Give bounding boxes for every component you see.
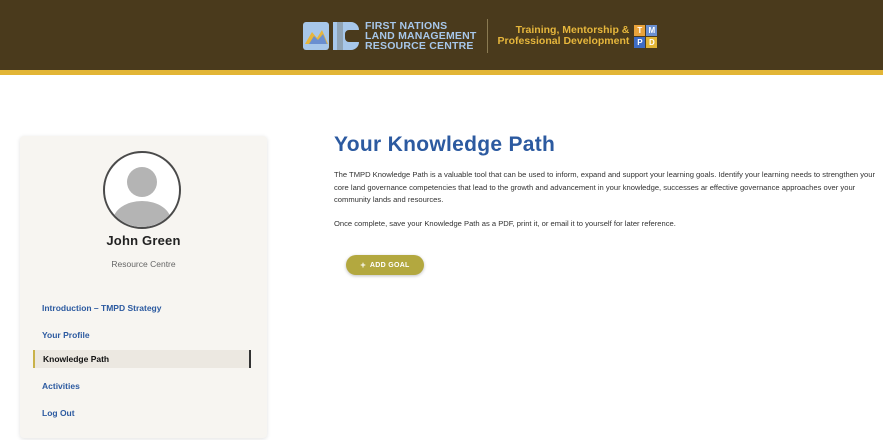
avatar-body — [113, 201, 171, 227]
sidebar-item-your-profile[interactable]: Your Profile — [42, 330, 90, 340]
save-instructions: Once complete, save your Knowledge Path … — [334, 219, 676, 228]
header-stripe — [0, 70, 883, 75]
sidebar-item-activities[interactable]: Activities — [42, 381, 80, 391]
avatar[interactable] — [103, 151, 181, 229]
add-goal-button[interactable]: + ADD GOAL — [346, 255, 424, 275]
site-logo[interactable]: FIRST NATIONS LAND MANAGEMENT RESOURCE C… — [303, 16, 658, 56]
org-name: FIRST NATIONS LAND MANAGEMENT RESOURCE C… — [365, 21, 477, 52]
profile-sidebar: John Green Resource Centre Introduction … — [20, 136, 267, 438]
tmpd-letter-d: D — [646, 36, 658, 48]
rc-logo-icon — [303, 18, 359, 54]
add-goal-label: ADD GOAL — [369, 261, 410, 269]
tmpd-logo-icon: T M P D — [634, 24, 658, 48]
tmpd-letter-p: P — [634, 36, 646, 48]
tmpd-letter-m: M — [646, 24, 658, 36]
tmpd-letter-t: T — [634, 24, 646, 36]
logo-divider — [486, 19, 488, 53]
sidebar-item-introduction[interactable]: Introduction – TMPD Strategy — [42, 303, 161, 313]
page-title: Your Knowledge Path — [334, 133, 556, 156]
user-org: Resource Centre — [111, 259, 176, 269]
user-name: John Green — [106, 233, 181, 248]
sidebar-item-log-out[interactable]: Log Out — [42, 408, 75, 418]
program-name: Training, Mentorship & Professional Deve… — [498, 25, 630, 47]
org-line-3: RESOURCE CENTRE — [365, 40, 474, 52]
sidebar-item-knowledge-path[interactable]: Knowledge Path — [33, 350, 251, 368]
program-line-2: Professional Development — [497, 35, 630, 47]
header-bar: FIRST NATIONS LAND MANAGEMENT RESOURCE C… — [0, 0, 883, 70]
avatar-head — [127, 167, 157, 197]
plus-icon: + — [360, 260, 366, 270]
intro-paragraph: The TMPD Knowledge Path is a valuable to… — [334, 170, 876, 204]
